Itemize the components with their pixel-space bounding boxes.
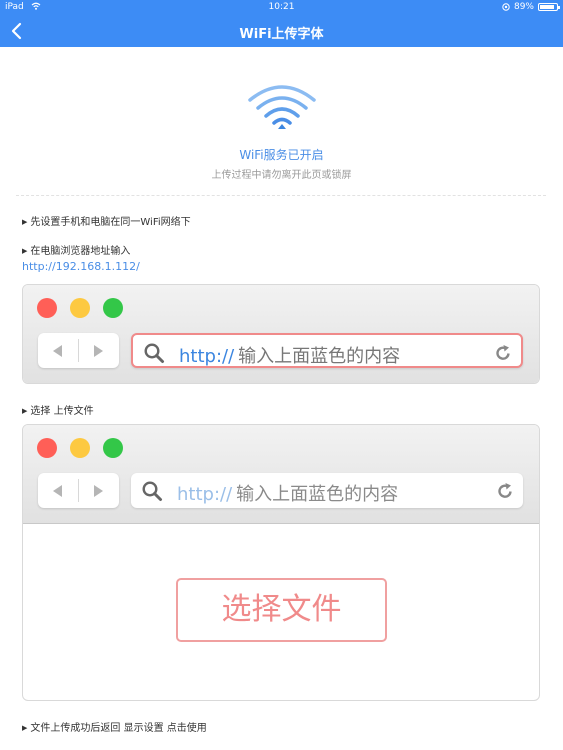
step-1: ▶ 先设置手机和电脑在同一WiFi网络下 bbox=[22, 213, 191, 228]
bullet-triangle-icon: ▶ bbox=[22, 407, 28, 415]
nav-bar: WiFi上传字体 bbox=[0, 16, 563, 47]
step-2: ▶ 在电脑浏览器地址输入 bbox=[22, 242, 130, 257]
status-bar: iPad 10:21 89% bbox=[0, 0, 563, 16]
address-text: http://输入上面蓝色的内容 bbox=[179, 342, 400, 368]
bullet-triangle-icon: ▶ bbox=[22, 218, 28, 226]
window-zoom-dot bbox=[103, 438, 123, 458]
reload-icon bbox=[496, 345, 510, 360]
browser-toolbar: http://输入上面蓝色的内容 bbox=[23, 425, 539, 524]
triangle-left-icon bbox=[53, 485, 62, 497]
step-2-text: 在电脑浏览器地址输入 bbox=[30, 246, 131, 257]
browser-mock-upload: http://输入上面蓝色的内容 选择文件 bbox=[22, 424, 540, 701]
address-text: http://输入上面蓝色的内容 bbox=[177, 480, 398, 506]
triangle-right-icon bbox=[94, 345, 103, 357]
window-zoom-dot bbox=[103, 298, 123, 318]
browser-mock-address: http://输入上面蓝色的内容 bbox=[22, 284, 540, 384]
step-3: ▶ 选择 上传文件 bbox=[22, 402, 94, 417]
address-protocol: http:// bbox=[179, 346, 235, 367]
search-icon bbox=[144, 343, 164, 363]
address-bar-highlighted: http://输入上面蓝色的内容 bbox=[131, 333, 523, 368]
dashed-divider bbox=[16, 195, 546, 196]
bullet-triangle-icon: ▶ bbox=[22, 724, 28, 732]
bullet-triangle-icon: ▶ bbox=[22, 247, 28, 255]
orientation-lock-icon bbox=[502, 3, 510, 11]
wifi-icon bbox=[248, 85, 316, 129]
reload-icon bbox=[498, 483, 512, 498]
browser-toolbar: http://输入上面蓝色的内容 bbox=[23, 285, 539, 383]
address-bar: http://输入上面蓝色的内容 bbox=[131, 473, 523, 508]
address-hint: 输入上面蓝色的内容 bbox=[236, 484, 399, 505]
triangle-right-icon bbox=[94, 485, 103, 497]
wifi-status-subtitle: 上传过程中请勿离开此页或锁屏 bbox=[211, 170, 352, 181]
step-4: ▶ 文件上传成功后返回 显示设置 点击使用 bbox=[22, 719, 207, 734]
browser-nav-buttons bbox=[38, 473, 119, 508]
nav-separator bbox=[78, 479, 79, 502]
search-icon bbox=[142, 481, 162, 501]
status-time: 10:21 bbox=[268, 2, 295, 12]
window-minimize-dot bbox=[70, 438, 90, 458]
address-hint: 输入上面蓝色的内容 bbox=[238, 346, 401, 367]
battery-icon bbox=[538, 3, 560, 11]
window-close-dot bbox=[37, 438, 57, 458]
step-3-text: 选择 上传文件 bbox=[30, 406, 94, 417]
choose-file-button[interactable]: 选择文件 bbox=[176, 578, 387, 642]
wifi-status-title: WiFi服务已开启 bbox=[239, 148, 324, 162]
page-title: WiFi上传字体 bbox=[239, 27, 324, 42]
window-minimize-dot bbox=[70, 298, 90, 318]
nav-separator bbox=[78, 339, 79, 362]
battery-percent: 89% bbox=[513, 2, 534, 12]
address-protocol: http:// bbox=[177, 484, 233, 505]
step-4-text: 文件上传成功后返回 显示设置 点击使用 bbox=[30, 723, 207, 734]
triangle-left-icon bbox=[53, 345, 62, 357]
window-close-dot bbox=[37, 298, 57, 318]
step-1-text: 先设置手机和电脑在同一WiFi网络下 bbox=[30, 217, 191, 228]
status-right: 89% bbox=[502, 2, 560, 12]
browser-nav-buttons bbox=[38, 333, 119, 368]
server-url[interactable]: http://192.168.1.112/ bbox=[22, 260, 140, 273]
